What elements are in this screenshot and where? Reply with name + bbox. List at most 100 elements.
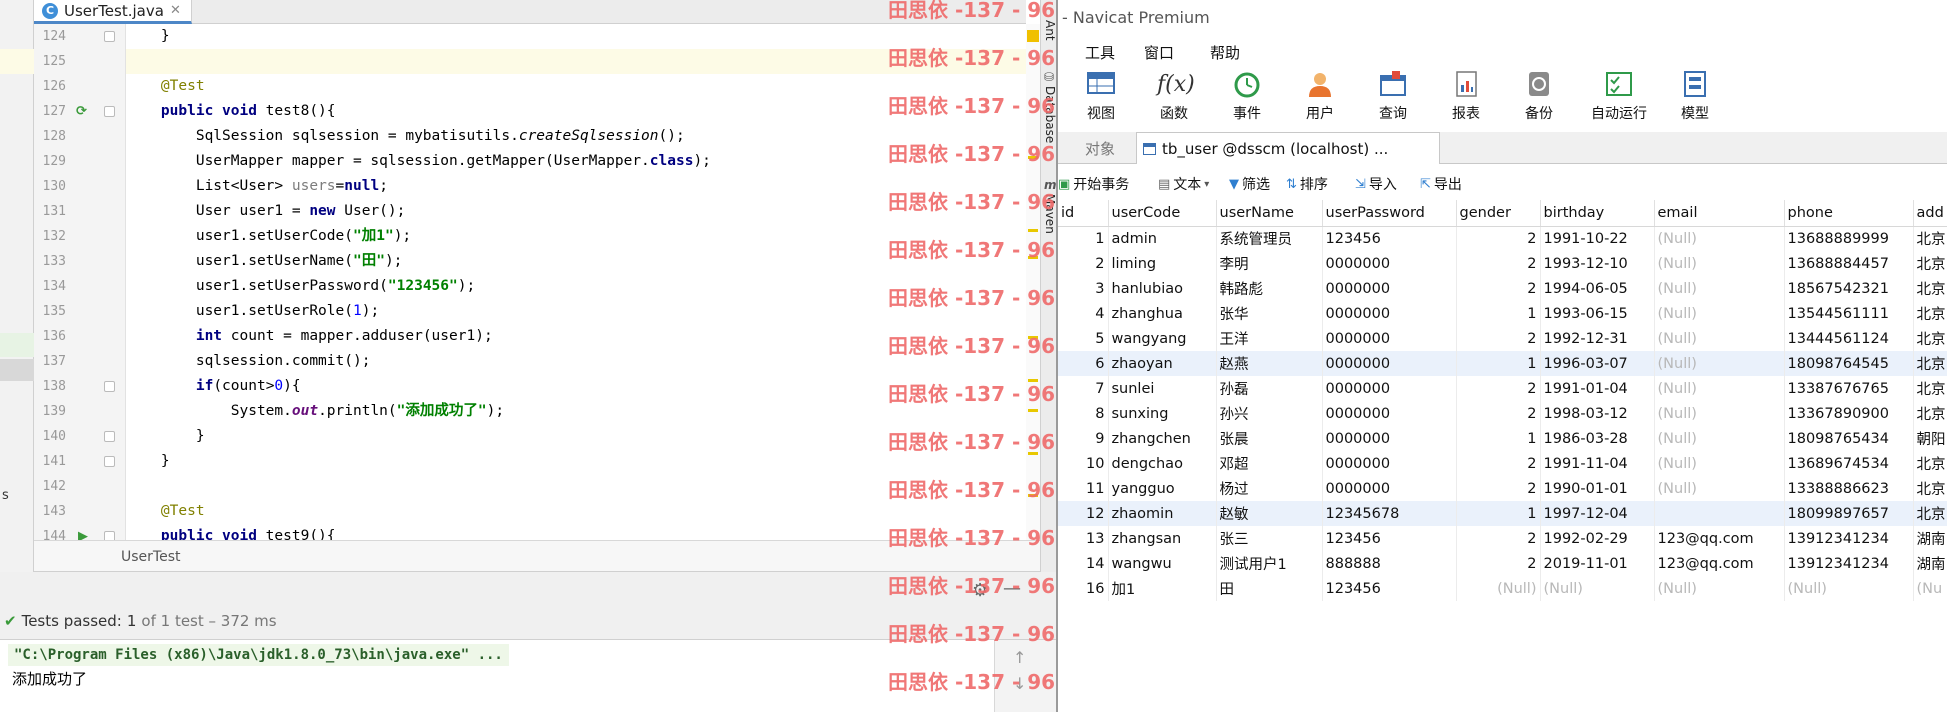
arrow-down-icon[interactable]: ↓ <box>1013 674 1026 693</box>
table-row[interactable]: 11 yangguo 杨过 0000000 2 1990-01-01 (Null) 13388… <box>1058 476 1947 501</box>
line-number[interactable]: 132 <box>34 224 66 249</box>
line-number[interactable]: 126 <box>34 74 66 99</box>
line-number[interactable]: 125 <box>34 49 66 74</box>
code-line[interactable]: user1.setUserCode("加1"); <box>126 224 1026 249</box>
table-cell[interactable]: wangwu <box>1108 551 1217 576</box>
database-tool-tab[interactable]: Database <box>1043 86 1056 143</box>
line-number[interactable]: 133 <box>34 249 66 274</box>
table-cell[interactable]: (Null) <box>1654 476 1785 501</box>
line-number[interactable]: 134 <box>34 274 66 299</box>
table-row[interactable]: 4 zhanghua 张华 0000000 1 1993-06-15 (Null) 13544… <box>1058 301 1947 326</box>
table-cell[interactable]: 1998-03-12 <box>1540 401 1655 426</box>
table-cell[interactable]: 18567542321 <box>1784 276 1914 301</box>
arrow-up-icon[interactable]: ↑ <box>1013 648 1026 667</box>
table-cell[interactable]: (Null) <box>1654 251 1785 276</box>
table-cell[interactable]: 18099897657 <box>1784 501 1914 526</box>
table-cell[interactable]: (Null) <box>1654 576 1785 601</box>
table-row[interactable]: 3 hanlubiao 韩路彪 0000000 2 1994-06-05 (Null) 185… <box>1058 276 1947 301</box>
table-cell[interactable]: zhanghua <box>1108 301 1217 326</box>
line-number[interactable]: 136 <box>34 324 66 349</box>
stripe-mark[interactable] <box>1028 452 1038 455</box>
table-cell[interactable]: zhangchen <box>1108 426 1217 451</box>
table-cell[interactable]: 0000000 <box>1322 401 1457 426</box>
table-cell[interactable]: 12 <box>1058 501 1109 526</box>
table-cell[interactable]: zhaoyan <box>1108 351 1217 376</box>
column-header[interactable]: id <box>1058 200 1109 227</box>
code-line[interactable]: user1.setUserName("田"); <box>126 249 1026 274</box>
table-cell[interactable]: 北京 <box>1913 351 1947 376</box>
breadcrumb[interactable]: UserTest <box>34 540 1040 572</box>
table-cell[interactable]: 张晨 <box>1216 426 1323 451</box>
line-number[interactable]: 140 <box>34 424 66 449</box>
table-cell[interactable]: 湖南 <box>1913 551 1947 576</box>
table-cell[interactable]: dengchao <box>1108 451 1217 476</box>
stripe-mark[interactable] <box>1028 494 1038 497</box>
table-cell[interactable]: (Null) <box>1784 576 1914 601</box>
toolbar-function-button[interactable]: f(x) 函数 <box>1141 66 1207 132</box>
table-cell[interactable]: 0000000 <box>1322 326 1457 351</box>
line-number[interactable]: 127 <box>34 99 66 124</box>
table-cell[interactable]: 2 <box>1456 476 1541 501</box>
menu-tools[interactable]: 工具 <box>1085 42 1115 63</box>
code-line[interactable]: public void test8(){ <box>126 99 1026 124</box>
table-cell[interactable]: 北京 <box>1913 251 1947 276</box>
table-cell[interactable]: 8 <box>1058 401 1109 426</box>
table-cell[interactable]: (Null) <box>1654 401 1785 426</box>
table-cell[interactable]: 13689674534 <box>1784 451 1914 476</box>
table-cell[interactable]: 北京 <box>1913 401 1947 426</box>
code-line[interactable] <box>126 49 1026 74</box>
table-cell[interactable]: 北京 <box>1913 226 1947 251</box>
table-cell[interactable]: (Null) <box>1654 326 1785 351</box>
table-cell[interactable]: 13912341234 <box>1784 551 1914 576</box>
code-line[interactable]: if(count>0){ <box>126 374 1026 399</box>
sort-button[interactable]: ⇅ 排序 <box>1286 174 1328 194</box>
table-cell[interactable]: 1997-12-04 <box>1540 501 1655 526</box>
toolbar-backup-button[interactable]: 备份 <box>1506 66 1572 132</box>
table-cell[interactable]: 7 <box>1058 376 1109 401</box>
line-number[interactable]: 128 <box>34 124 66 149</box>
table-cell[interactable]: 2019-11-01 <box>1540 551 1655 576</box>
inspection-status-icon[interactable] <box>1027 30 1039 42</box>
table-cell[interactable]: 0000000 <box>1322 376 1457 401</box>
table-row[interactable]: 1 admin 系统管理员 123456 2 1991-10-22 (Null) 136888… <box>1058 226 1947 251</box>
table-cell[interactable]: 18098765434 <box>1784 426 1914 451</box>
table-row[interactable]: 6 zhaoyan 赵燕 0000000 1 1996-03-07 (Null) 180987… <box>1058 351 1947 376</box>
table-cell[interactable]: 13688889999 <box>1784 226 1914 251</box>
table-cell[interactable]: 1996-03-07 <box>1540 351 1655 376</box>
table-cell[interactable]: liming <box>1108 251 1217 276</box>
table-cell[interactable]: 1990-01-01 <box>1540 476 1655 501</box>
toolbar-report-button[interactable]: 报表 <box>1433 66 1499 132</box>
table-cell[interactable]: 10 <box>1058 451 1109 476</box>
breadcrumb-class[interactable]: UserTest <box>121 549 180 565</box>
line-number[interactable]: 139 <box>34 399 66 424</box>
error-stripe[interactable] <box>1026 24 1040 540</box>
table-row[interactable]: 14 wangwu 测试用户1 888888 2 2019-11-01 123@qq.com… <box>1058 551 1947 576</box>
table-cell[interactable]: 北京 <box>1913 276 1947 301</box>
table-cell[interactable]: 李明 <box>1216 251 1323 276</box>
code-line[interactable]: System.out.println("添加成功了"); <box>126 399 1026 424</box>
table-cell[interactable]: 888888 <box>1322 551 1457 576</box>
table-cell[interactable]: (Null) <box>1654 351 1785 376</box>
stripe-mark[interactable] <box>1028 229 1038 232</box>
column-header[interactable]: userName <box>1216 200 1323 227</box>
table-cell[interactable]: 1993-12-10 <box>1540 251 1655 276</box>
code-line[interactable]: } <box>126 424 1026 449</box>
table-cell[interactable]: (Null) <box>1654 301 1785 326</box>
table-cell[interactable]: 13688884457 <box>1784 251 1914 276</box>
table-cell[interactable]: 北京 <box>1913 451 1947 476</box>
table-cell[interactable]: 赵敏 <box>1216 501 1323 526</box>
code-line[interactable]: user1.setUserRole(1); <box>126 299 1026 324</box>
table-cell[interactable]: 4 <box>1058 301 1109 326</box>
code-line[interactable] <box>126 474 1026 499</box>
table-cell[interactable]: 孙兴 <box>1216 401 1323 426</box>
data-grid[interactable]: id userCode userName userPassword gender birt… <box>1058 200 1947 601</box>
line-number[interactable]: 131 <box>34 199 66 224</box>
maven-tool-tab[interactable]: Maven <box>1043 194 1056 234</box>
table-cell[interactable]: 13 <box>1058 526 1109 551</box>
line-number[interactable]: 138 <box>34 374 66 399</box>
minimize-icon[interactable]: — <box>1003 578 1021 599</box>
table-cell[interactable]: 北京 <box>1913 376 1947 401</box>
toolbar-event-button[interactable]: 事件 <box>1214 66 1280 132</box>
close-icon[interactable]: ✕ <box>170 3 181 18</box>
table-cell[interactable]: 13367890900 <box>1784 401 1914 426</box>
